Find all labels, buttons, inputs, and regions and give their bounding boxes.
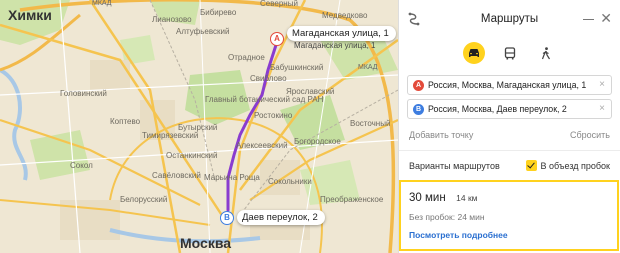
- route-actions: Добавить точку Сбросить: [399, 130, 620, 140]
- map-label-mkad: МКАД: [92, 0, 112, 7]
- avoid-traffic-checkbox[interactable]: В объезд пробок: [525, 160, 610, 171]
- from-badge: A: [413, 79, 424, 91]
- route-no-traffic-time: Без пробок: 24 мин: [409, 212, 485, 222]
- map-label-sviblovo: Свиблово: [250, 74, 287, 83]
- map-label-savelovsky: Савёловский: [152, 171, 201, 180]
- map-label-khimki: Химки: [8, 7, 52, 23]
- pin-b-label: Даев переулок, 2: [237, 210, 325, 225]
- transport-modes: [399, 38, 620, 68]
- map-pin-b[interactable]: B Даев переулок, 2: [220, 210, 325, 225]
- car-mode-button[interactable]: [462, 42, 485, 64]
- walk-mode-button[interactable]: [535, 42, 557, 64]
- map-label-preobrazhenskoe: Преображенское: [320, 195, 384, 204]
- map-label-medvedkovo: Медведково: [322, 11, 368, 20]
- to-clear-icon[interactable]: ×: [599, 103, 605, 114]
- map-label-marina-roshcha: Марьина Роща: [204, 173, 260, 182]
- route-time: 30 мин: [409, 192, 446, 204]
- route-options: Варианты маршрутов В объезд пробок: [399, 160, 620, 171]
- map-label-sokolniki: Сокольники: [268, 177, 312, 186]
- map-label-mkad-2: МКАД: [358, 64, 378, 71]
- map-label-bogorodskoe: Богородское: [294, 137, 341, 146]
- bus-icon: [504, 46, 515, 59]
- car-icon: [468, 49, 479, 57]
- panel-header: Маршруты ✕: [399, 0, 620, 38]
- map-label-rostokino: Ростокино: [254, 111, 293, 120]
- map-label-garden: Главный ботанический сад РАН: [205, 95, 324, 104]
- minimize-button[interactable]: [583, 13, 594, 24]
- map[interactable]: Химки Москва МКАД МКАД Бибирево Алтуфьев…: [0, 0, 398, 253]
- bus-mode-button[interactable]: [499, 42, 521, 64]
- route-icon: [407, 12, 421, 26]
- map-label-babushkinsky: Бабушкинский: [270, 63, 324, 72]
- pin-a-label: Магаданская улица, 1: [287, 26, 396, 41]
- checkbox-checked-icon: [525, 160, 537, 171]
- variants-label: Варианты маршрутов: [409, 160, 500, 171]
- walk-icon: [541, 46, 550, 59]
- pin-a-labels: Магаданская улица, 1 Магаданская улица, …: [284, 26, 396, 51]
- from-input[interactable]: Россия, Москва, Магаданская улица, 1: [428, 80, 586, 90]
- map-label-altufyevsky: Алтуфьевский: [176, 27, 230, 36]
- pin-b-badge: B: [220, 210, 234, 225]
- map-label-butyrsky: Бутырский: [178, 123, 218, 132]
- divider: [399, 150, 620, 151]
- close-button[interactable]: ✕: [600, 11, 612, 25]
- route-distance: 14 км: [456, 193, 478, 203]
- map-label-timiryazevsky: Тимирязевский: [142, 131, 199, 140]
- map-label-golovinsky: Головинский: [60, 89, 107, 98]
- pin-a-badge: A: [270, 31, 284, 46]
- map-label-koptevo: Коптево: [110, 117, 141, 126]
- map-pin-a[interactable]: A Магаданская улица, 1 Магаданская улица…: [270, 26, 396, 51]
- map-label-lianozovo: Лианозово: [152, 15, 192, 24]
- map-label-bibirevo: Бибирево: [200, 8, 237, 17]
- map-label-north: Северный: [260, 0, 298, 8]
- avoid-traffic-label: В объезд пробок: [540, 160, 610, 171]
- to-badge: B: [413, 103, 424, 115]
- map-label-ostankinsky: Останкинский: [166, 151, 218, 160]
- panel-title: Маршруты: [480, 13, 539, 25]
- reset-link[interactable]: Сбросить: [570, 130, 610, 140]
- map-label-sokol: Сокол: [70, 161, 93, 170]
- map-label-alekseevsky: Алексеевский: [236, 141, 288, 150]
- map-label-otradnoe: Отрадное: [228, 53, 265, 62]
- map-label-belorussky: Белорусский: [120, 195, 168, 204]
- map-label-vostochny: Восточный: [350, 119, 391, 128]
- to-input[interactable]: Россия, Москва, Даев переулок, 2: [428, 104, 567, 114]
- from-field[interactable]: A Россия, Москва, Магаданская улица, 1 ×: [407, 75, 612, 95]
- routes-panel: Маршруты ✕ A Россия, Москва, Магаданская…: [398, 0, 620, 253]
- from-clear-icon[interactable]: ×: [599, 79, 605, 90]
- add-point-link[interactable]: Добавить точку: [409, 130, 473, 140]
- route-result-card[interactable]: 30 мин 14 км Без пробок: 24 мин Посмотре…: [399, 180, 619, 251]
- route-details-link[interactable]: Посмотреть подробнее: [409, 230, 609, 240]
- pin-a-sublabel: Магаданская улица, 1: [294, 41, 376, 50]
- map-label-moscow: Москва: [180, 235, 232, 251]
- to-field[interactable]: B Россия, Москва, Даев переулок, 2 ×: [407, 99, 612, 119]
